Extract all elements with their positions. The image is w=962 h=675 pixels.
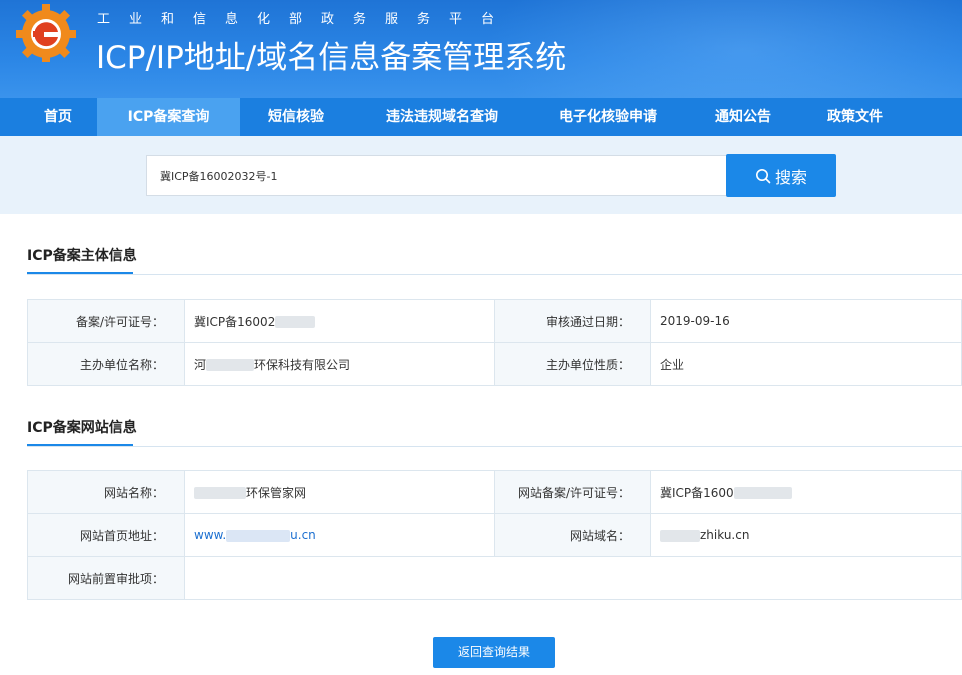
license-number-value: 冀ICP备16002 [184,299,495,343]
domain-label: 网站域名： [494,513,651,557]
site-name-text: 环保管家网 [246,485,307,500]
subject-info-table: 备案/许可证号： 冀ICP备16002 审核通过日期： 2019-09-16 主… [27,299,962,386]
redaction-mask [660,529,700,542]
nav-item-e-verify-apply[interactable]: 电子化核验申请 [538,98,678,136]
homepage-url-label: 网站首页地址： [27,513,185,557]
back-to-results-button[interactable]: 返回查询结果 [433,637,555,668]
domain-value: zhiku.cn [650,513,962,557]
site-info-divider [27,446,962,447]
table-row: 网站首页地址： www. u.cn 网站域名： zhiku.cn [27,513,962,557]
organizer-name-value: 河 环保科技有限公司 [184,342,495,386]
site-info-heading: ICP备案网站信息 [27,417,137,446]
miit-logo [16,4,76,62]
site-info-table: 网站名称： 环保管家网 网站备案/许可证号： 冀ICP备1600 网站首页地址：… [27,470,962,600]
nav-item-illegal-domain-query[interactable]: 违法违规域名查询 [362,98,522,136]
table-row: 网站名称： 环保管家网 网站备案/许可证号： 冀ICP备1600 [27,470,962,514]
redaction-mask [226,529,291,542]
site-name-value: 环保管家网 [184,470,495,514]
search-input[interactable] [146,155,726,196]
site-license-value: 冀ICP备1600 [650,470,962,514]
organizer-type-label: 主办单位性质： [494,342,651,386]
table-row: 网站前置审批项： [27,556,962,600]
site-name-label: 网站名称： [27,470,185,514]
search-band: 搜索 [0,136,962,214]
approval-date-value: 2019-09-16 [650,299,962,343]
nav-item-sms-verify[interactable]: 短信核验 [250,98,342,136]
site-license-label: 网站备案/许可证号： [494,470,651,514]
license-number-label: 备案/许可证号： [27,299,185,343]
domain-text: zhiku.cn [700,528,750,542]
redaction-mask [733,487,792,499]
header-banner: 工业和信息化部政务服务平台 ICP/IP地址/域名信息备案管理系统 [0,0,962,98]
subject-info-heading: ICP备案主体信息 [27,245,137,274]
pre-approval-value [184,556,962,600]
pre-approval-label: 网站前置审批项： [27,556,185,600]
search-button-label: 搜索 [774,167,807,187]
table-row: 主办单位名称： 河 环保科技有限公司 主办单位性质： 企业 [27,342,962,386]
nav-item-policy-docs[interactable]: 政策文件 [810,98,900,136]
search-button[interactable]: 搜索 [726,154,836,197]
license-number-text: 冀ICP备16002 [194,314,276,329]
approval-date-label: 审核通过日期： [494,299,651,343]
organizer-type-value: 企业 [650,342,962,386]
organizer-name-prefix: 河 [194,357,207,372]
site-license-text: 冀ICP备1600 [660,485,734,500]
organizer-name-label: 主办单位名称： [27,342,185,386]
nav-item-icp-query[interactable]: ICP备案查询 [97,98,240,136]
site-info-heading-text: ICP备案网站信息 [27,420,137,436]
subject-info-divider [27,274,962,275]
redaction-mask [194,487,246,499]
page-title: ICP/IP地址/域名信息备案管理系统 [96,40,567,76]
redaction-mask [275,316,316,328]
nav-item-home[interactable]: 首页 [20,98,96,136]
search-icon [755,168,771,183]
table-row: 备案/许可证号： 冀ICP备16002 审核通过日期： 2019-09-16 [27,299,962,343]
homepage-url-prefix[interactable]: www. [194,528,226,542]
subject-info-heading-text: ICP备案主体信息 [27,248,137,264]
main-nav: 首页 ICP备案查询 短信核验 违法违规域名查询 电子化核验申请 通知公告 政策… [0,98,962,136]
redaction-mask [206,359,255,371]
header-subtitle: 工业和信息化部政务服务平台 [97,12,514,27]
homepage-url-suffix[interactable]: u.cn [290,528,316,542]
nav-item-notices[interactable]: 通知公告 [698,98,788,136]
organizer-name-text: 环保科技有限公司 [254,357,351,372]
homepage-url-value[interactable]: www. u.cn [184,513,495,557]
